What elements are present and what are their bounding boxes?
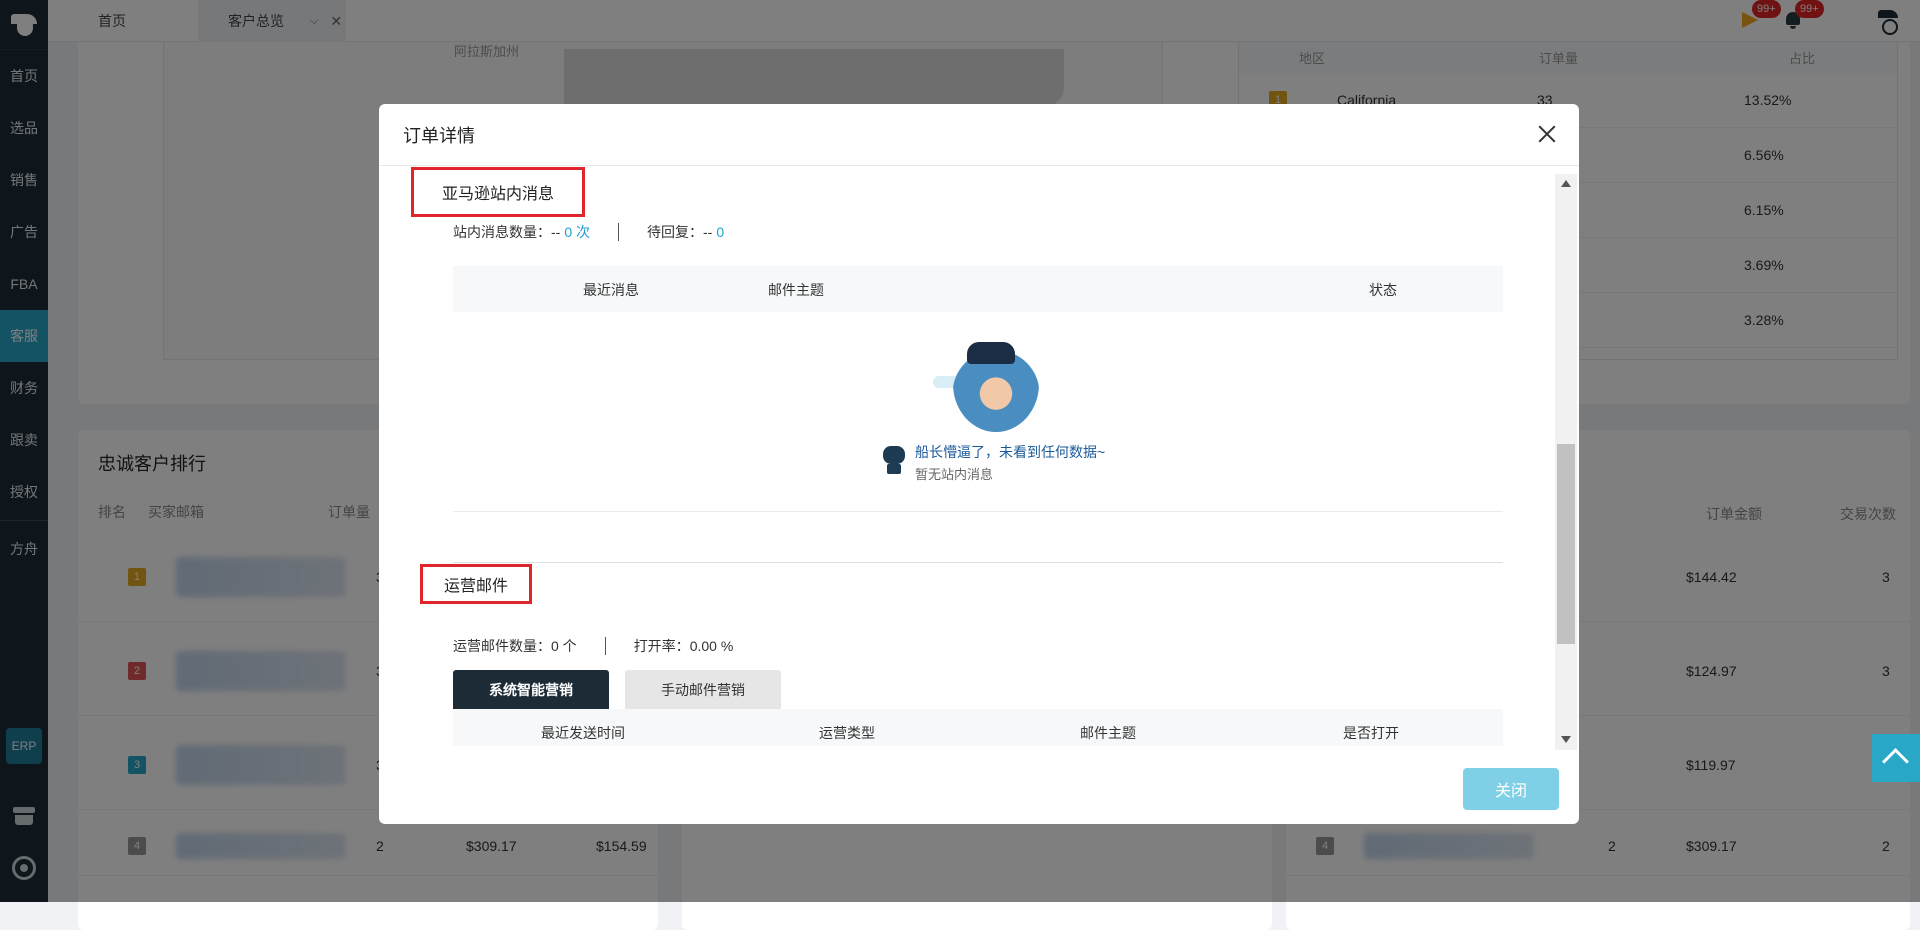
stats-divider bbox=[604, 637, 606, 655]
open-rate-label: 打开率： bbox=[633, 638, 690, 654]
col-opened: 是否打开 bbox=[1343, 725, 1399, 741]
ops-email-count-value: 0 个 bbox=[551, 638, 577, 654]
tab-manual-marketing[interactable]: 手动邮件营销 bbox=[625, 670, 781, 710]
modal-scrollbar[interactable] bbox=[1555, 174, 1577, 750]
ops-email-section-title: 运营邮件 bbox=[420, 564, 532, 604]
amazon-message-stats: 站内消息数量： -- 0 次 待回复： -- 0 bbox=[453, 222, 724, 242]
col-ops-type: 运营类型 bbox=[819, 725, 875, 741]
ops-email-table-header: 最近发送时间 运营类型 邮件主题 是否打开 bbox=[453, 709, 1503, 746]
tab-system-marketing[interactable]: 系统智能营销 bbox=[453, 670, 609, 710]
col-latest-message: 最近消息 bbox=[583, 282, 639, 298]
captain-hat bbox=[967, 342, 1015, 364]
message-count-label: 站内消息数量： bbox=[453, 224, 551, 240]
pending-reply-value[interactable]: 0 bbox=[716, 224, 724, 240]
col-last-sent: 最近发送时间 bbox=[541, 725, 625, 741]
col-status: 状态 bbox=[1369, 282, 1397, 298]
captain-illustration bbox=[933, 336, 1043, 436]
messages-table-header: 最近消息 邮件主题 状态 bbox=[453, 266, 1503, 312]
stats-divider bbox=[618, 223, 620, 241]
back-to-top-button[interactable] bbox=[1872, 734, 1920, 782]
close-button[interactable]: 关闭 bbox=[1463, 768, 1559, 810]
empty-state-subtitle: 暂无站内消息 bbox=[915, 467, 994, 482]
open-rate-value: 0.00 % bbox=[689, 638, 734, 654]
robot-icon bbox=[881, 440, 907, 476]
col-mail-subject: 邮件主题 bbox=[768, 282, 824, 298]
pending-reply-dash: -- bbox=[703, 224, 713, 240]
scroll-down-arrow-icon[interactable] bbox=[1561, 736, 1571, 743]
amazon-messages-section-title: 亚马逊站内消息 bbox=[411, 167, 585, 217]
ops-email-stats: 运营邮件数量： 0 个 打开率： 0.00 % bbox=[453, 636, 733, 656]
modal-body: 亚马逊站内消息 站内消息数量： -- 0 次 待回复： -- 0 最近消息 邮件… bbox=[379, 166, 1579, 746]
scroll-up-arrow-icon[interactable] bbox=[1561, 180, 1571, 187]
message-count-dash: -- bbox=[551, 224, 561, 240]
pending-reply-label: 待回复： bbox=[647, 224, 704, 240]
close-icon[interactable] bbox=[1537, 124, 1557, 144]
ops-email-count-label: 运营邮件数量： bbox=[453, 638, 551, 654]
messages-empty-state: 船长懵逼了，未看到任何数据~ 暂无站内消息 bbox=[453, 312, 1503, 512]
col-ops-subject: 邮件主题 bbox=[1080, 725, 1136, 741]
scrollbar-thumb[interactable] bbox=[1557, 444, 1575, 644]
empty-state-title: 船长懵逼了，未看到任何数据~ bbox=[915, 444, 1106, 460]
section-divider bbox=[453, 562, 1503, 563]
message-count-value[interactable]: 0 次 bbox=[564, 222, 590, 242]
modal-title: 订单详情 bbox=[379, 104, 1579, 166]
order-detail-modal: 订单详情 亚马逊站内消息 站内消息数量： -- 0 次 待回复： -- 0 最近… bbox=[379, 104, 1579, 824]
